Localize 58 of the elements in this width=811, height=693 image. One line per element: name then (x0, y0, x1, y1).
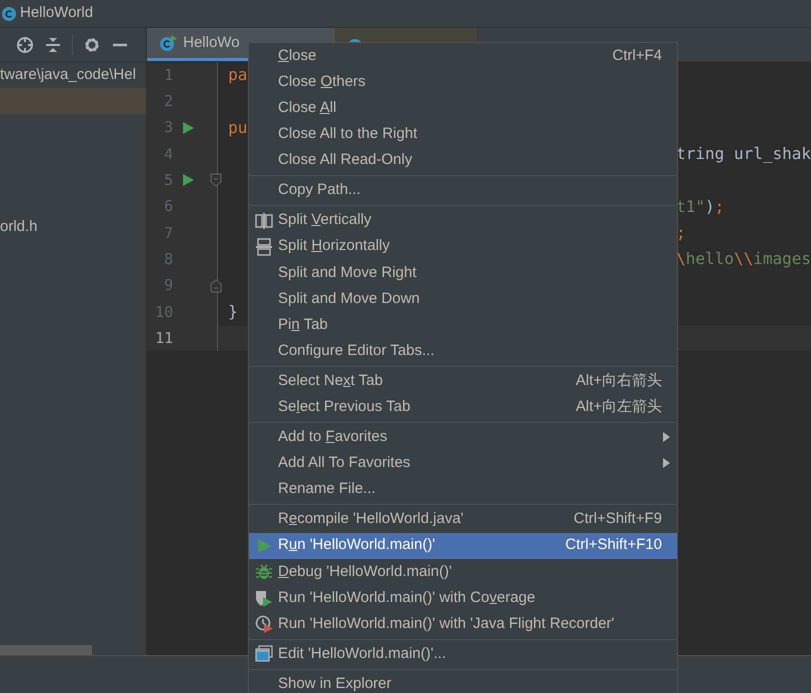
menu-item[interactable]: Show in Explorer (249, 671, 677, 693)
menu-item[interactable]: Configure Editor Tabs... (249, 338, 677, 364)
menu-item[interactable]: Debug 'HelloWorld.main()' (249, 558, 677, 585)
code-token: } (228, 300, 238, 323)
menu-item[interactable]: Recompile 'HelloWorld.java' Ctrl+Shift+F9 (249, 506, 677, 533)
menu-item[interactable]: Run 'HelloWorld.main()' with 'Java Flight Recorder' (249, 610, 677, 638)
fold-marker-icon[interactable] (210, 173, 222, 188)
shortcut-text: Ctrl+Shift+F9 (574, 509, 662, 530)
menu-item[interactable]: Run 'HelloWorld.main()' with Coverage (249, 584, 677, 611)
menu-item[interactable]: Run 'HelloWorld.main()' Ctrl+Shift+F10 (249, 532, 677, 559)
split-vertical-icon (254, 212, 272, 230)
menu-item[interactable]: Split Horizontally (249, 234, 677, 260)
run-icon[interactable] (183, 174, 194, 186)
shortcut-text: Ctrl+Shift+F10 (565, 535, 662, 556)
menu-item[interactable]: Copy Path... (249, 177, 677, 204)
code-token: hello (686, 248, 734, 270)
menu-item[interactable]: Pin Tab (249, 312, 677, 338)
settings-icon[interactable] (83, 36, 101, 54)
window-title: HelloWorld (20, 3, 94, 24)
code-token: \\ (734, 248, 754, 270)
bug-icon (254, 562, 272, 581)
menu-item[interactable]: Split and Move Down (249, 286, 677, 312)
code-token: ; (714, 196, 724, 218)
menu-item[interactable]: Close Others (249, 69, 677, 96)
tree-item[interactable]: orld.h (0, 216, 38, 238)
code-token: images (753, 248, 811, 270)
shortcut-text: Alt+向右箭头 (576, 370, 662, 391)
code-token: tring url_shak (676, 143, 811, 166)
shortcut-text: Ctrl+F4 (612, 46, 662, 66)
menu-item[interactable]: Split Vertically (249, 208, 677, 234)
run-icon[interactable] (183, 122, 194, 134)
menu-item[interactable]: Add to Favorites (249, 424, 677, 450)
clock-run-icon (254, 615, 272, 634)
menu-item[interactable]: Rename File... (249, 476, 677, 503)
line-number: 11 (154, 328, 174, 349)
shield-run-icon (254, 588, 272, 607)
menu-item[interactable]: Close All to the Right (249, 121, 677, 148)
menu-item[interactable]: Select Previous Tab Alt+向左箭头 (249, 394, 677, 420)
window-icon (254, 645, 272, 664)
menu-item[interactable]: Close All (249, 95, 677, 122)
tree-item[interactable]: tware\java_code\Hel (0, 64, 136, 86)
menu-item[interactable]: Edit 'HelloWorld.main()'... (249, 641, 677, 668)
code-token: ; (676, 222, 686, 244)
collapse-icon[interactable] (44, 36, 62, 54)
class-file-icon (159, 34, 178, 52)
shortcut-text: Alt+向左箭头 (576, 397, 662, 418)
code-token: t1" (676, 196, 706, 218)
code-token: pu (228, 116, 248, 139)
code-token: ) (705, 196, 715, 218)
fold-marker-icon[interactable] (210, 278, 222, 293)
menu-item[interactable]: Add All To Favorites (249, 450, 677, 476)
split-horizontal-icon (254, 238, 272, 256)
locate-icon[interactable] (16, 36, 34, 54)
horizontal-scrollbar[interactable] (0, 645, 92, 655)
menu-item[interactable]: Close All Read-Only (249, 147, 677, 174)
menu-item[interactable]: Split and Move Right (249, 260, 677, 286)
code-token: pa (228, 64, 248, 86)
menu-item[interactable]: Select Next Tab Alt+向右箭头 (249, 368, 677, 394)
